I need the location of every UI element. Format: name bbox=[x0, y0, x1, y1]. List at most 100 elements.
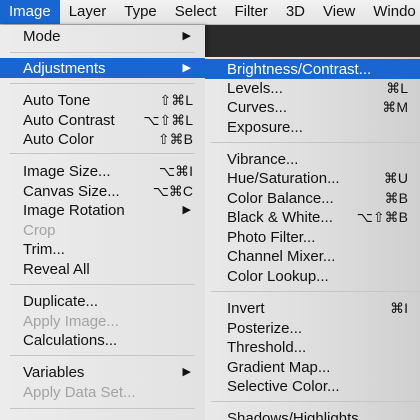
shortcut: ⌘U bbox=[383, 170, 408, 186]
menu-item-label: Levels... bbox=[227, 79, 283, 97]
menu-item-label: Auto Tone bbox=[23, 91, 91, 109]
menu-item-label: Image Size... bbox=[23, 162, 111, 180]
menu-item-label: Vibrance... bbox=[227, 150, 299, 168]
separator bbox=[10, 408, 195, 409]
menu-item-calculations[interactable]: Calculations... bbox=[0, 330, 205, 350]
menu-item-shadows-highlights[interactable]: Shadows/Highlights... bbox=[205, 408, 420, 420]
menu-item-label: Brightness/Contrast... bbox=[227, 60, 372, 78]
menu-item-label: Shadows/Highlights... bbox=[227, 409, 372, 420]
submenu-arrow-icon: ▶ bbox=[182, 62, 191, 74]
menu-item-label: Threshold... bbox=[227, 338, 307, 356]
menu-item-trim[interactable]: Trim... bbox=[0, 239, 205, 259]
menu-item-label: Color Balance... bbox=[227, 189, 334, 207]
menu-item-auto-color[interactable]: Auto Color ⇧⌘B bbox=[0, 129, 205, 149]
menu-item-reveal-all[interactable]: Reveal All bbox=[0, 259, 205, 279]
menu-bar: Image Layer Type Select Filter 3D View W… bbox=[0, 0, 420, 25]
shortcut: ⌥⇧⌘L bbox=[143, 112, 193, 128]
shortcut: ⌥⌘I bbox=[158, 163, 193, 179]
menu-item-label: Image Rotation bbox=[23, 201, 125, 219]
menu-item-label: Hue/Saturation... bbox=[227, 169, 340, 187]
menu-item-label: Gradient Map... bbox=[227, 358, 331, 376]
menu-item-auto-contrast[interactable]: Auto Contrast ⌥⇧⌘L bbox=[0, 110, 205, 130]
menu-item-auto-tone[interactable]: Auto Tone ⇧⌘L bbox=[0, 90, 205, 110]
menu-item-label: Calculations... bbox=[23, 331, 118, 349]
shortcut: ⌘L bbox=[386, 80, 408, 96]
separator bbox=[211, 142, 420, 143]
menu-item-label: Channel Mixer... bbox=[227, 247, 336, 265]
menu-item-photo-filter[interactable]: Photo Filter... bbox=[205, 227, 420, 247]
menu-item-label: Trim... bbox=[23, 240, 65, 258]
menu-item-label: Apply Image... bbox=[23, 312, 119, 330]
adjustments-submenu: Brightness/Contrast... Levels... ⌘L Curv… bbox=[205, 57, 420, 420]
menubar-select[interactable]: Select bbox=[166, 0, 226, 24]
menu-item-apply-image: Apply Image... bbox=[0, 311, 205, 331]
menu-item-label: Auto Contrast bbox=[23, 111, 115, 129]
menu-item-label: Exposure... bbox=[227, 118, 303, 136]
menu-item-image-rotation[interactable]: Image Rotation ▶ bbox=[0, 200, 205, 220]
menu-item-curves[interactable]: Curves... ⌘M bbox=[205, 97, 420, 117]
menu-item-vibrance[interactable]: Vibrance... bbox=[205, 149, 420, 169]
separator bbox=[211, 291, 420, 292]
menu-item-label: Reveal All bbox=[23, 260, 90, 278]
separator bbox=[10, 284, 195, 285]
submenu-arrow-icon: ▶ bbox=[182, 204, 191, 216]
shortcut: ⌥⇧⌘B bbox=[356, 209, 408, 225]
menubar-layer[interactable]: Layer bbox=[60, 0, 116, 24]
menu-item-label: Invert bbox=[227, 299, 265, 317]
menu-item-label: Duplicate... bbox=[23, 292, 99, 310]
menu-item-gradient-map[interactable]: Gradient Map... bbox=[205, 357, 420, 377]
menu-item-label: Variables bbox=[23, 363, 85, 381]
menu-item-invert[interactable]: Invert ⌘I bbox=[205, 298, 420, 318]
menu-item-posterize[interactable]: Posterize... bbox=[205, 318, 420, 338]
separator bbox=[211, 401, 420, 402]
menu-item-image-size[interactable]: Image Size... ⌥⌘I bbox=[0, 161, 205, 181]
image-menu: Mode ▶ Adjustments ▶ Auto Tone ⇧⌘L Auto … bbox=[0, 25, 205, 420]
menu-item-hue-saturation[interactable]: Hue/Saturation... ⌘U bbox=[205, 168, 420, 188]
menu-item-label: Photo Filter... bbox=[227, 228, 316, 246]
shortcut: ⌘B bbox=[384, 190, 408, 206]
separator bbox=[10, 355, 195, 356]
menu-item-label: Curves... bbox=[227, 98, 288, 116]
menu-item-exposure[interactable]: Exposure... bbox=[205, 117, 420, 137]
menu-item-threshold[interactable]: Threshold... bbox=[205, 337, 420, 357]
menubar-filter[interactable]: Filter bbox=[225, 0, 276, 24]
separator bbox=[10, 153, 195, 154]
shortcut: ⌥⌘C bbox=[152, 183, 193, 199]
separator bbox=[10, 52, 195, 53]
shortcut: ⇧⌘L bbox=[159, 92, 193, 108]
menu-item-adjustments[interactable]: Adjustments ▶ bbox=[0, 58, 205, 78]
menu-item-label: Canvas Size... bbox=[23, 182, 120, 200]
submenu-arrow-icon: ▶ bbox=[182, 30, 191, 42]
menu-item-duplicate[interactable]: Duplicate... bbox=[0, 291, 205, 311]
menu-item-label: Posterize... bbox=[227, 319, 303, 337]
shortcut: ⌘M bbox=[382, 99, 408, 115]
menu-item-label: Mode bbox=[23, 27, 61, 45]
menu-item-color-lookup[interactable]: Color Lookup... bbox=[205, 266, 420, 286]
menu-item-mode[interactable]: Mode ▶ bbox=[0, 26, 205, 46]
menu-item-label: Auto Color bbox=[23, 130, 94, 148]
menubar-3d[interactable]: 3D bbox=[277, 0, 314, 24]
shortcut: ⌘I bbox=[390, 300, 408, 316]
menubar-view[interactable]: View bbox=[314, 0, 364, 24]
menu-item-label: Selective Color... bbox=[227, 377, 340, 395]
menu-item-brightness-contrast[interactable]: Brightness/Contrast... bbox=[205, 59, 420, 79]
menu-item-selective-color[interactable]: Selective Color... bbox=[205, 376, 420, 396]
menu-item-crop: Crop bbox=[0, 220, 205, 240]
menu-item-label: Adjustments bbox=[23, 59, 106, 77]
menu-item-label: Crop bbox=[23, 221, 56, 239]
menubar-type[interactable]: Type bbox=[115, 0, 166, 24]
menu-item-label: Color Lookup... bbox=[227, 267, 329, 285]
menu-item-channel-mixer[interactable]: Channel Mixer... bbox=[205, 246, 420, 266]
menu-item-levels[interactable]: Levels... ⌘L bbox=[205, 78, 420, 98]
shortcut: ⇧⌘B bbox=[157, 131, 193, 147]
menu-item-label: Apply Data Set... bbox=[23, 383, 136, 401]
separator bbox=[10, 83, 195, 84]
menu-item-black-white[interactable]: Black & White... ⌥⇧⌘B bbox=[205, 207, 420, 227]
menu-item-variables[interactable]: Variables ▶ bbox=[0, 362, 205, 382]
menu-item-color-balance[interactable]: Color Balance... ⌘B bbox=[205, 188, 420, 208]
menu-item-apply-data-set: Apply Data Set... bbox=[0, 382, 205, 402]
menubar-window[interactable]: Windo bbox=[364, 0, 420, 24]
menu-item-canvas-size[interactable]: Canvas Size... ⌥⌘C bbox=[0, 181, 205, 201]
menu-item-label: Black & White... bbox=[227, 208, 333, 226]
menubar-image[interactable]: Image bbox=[0, 0, 60, 24]
